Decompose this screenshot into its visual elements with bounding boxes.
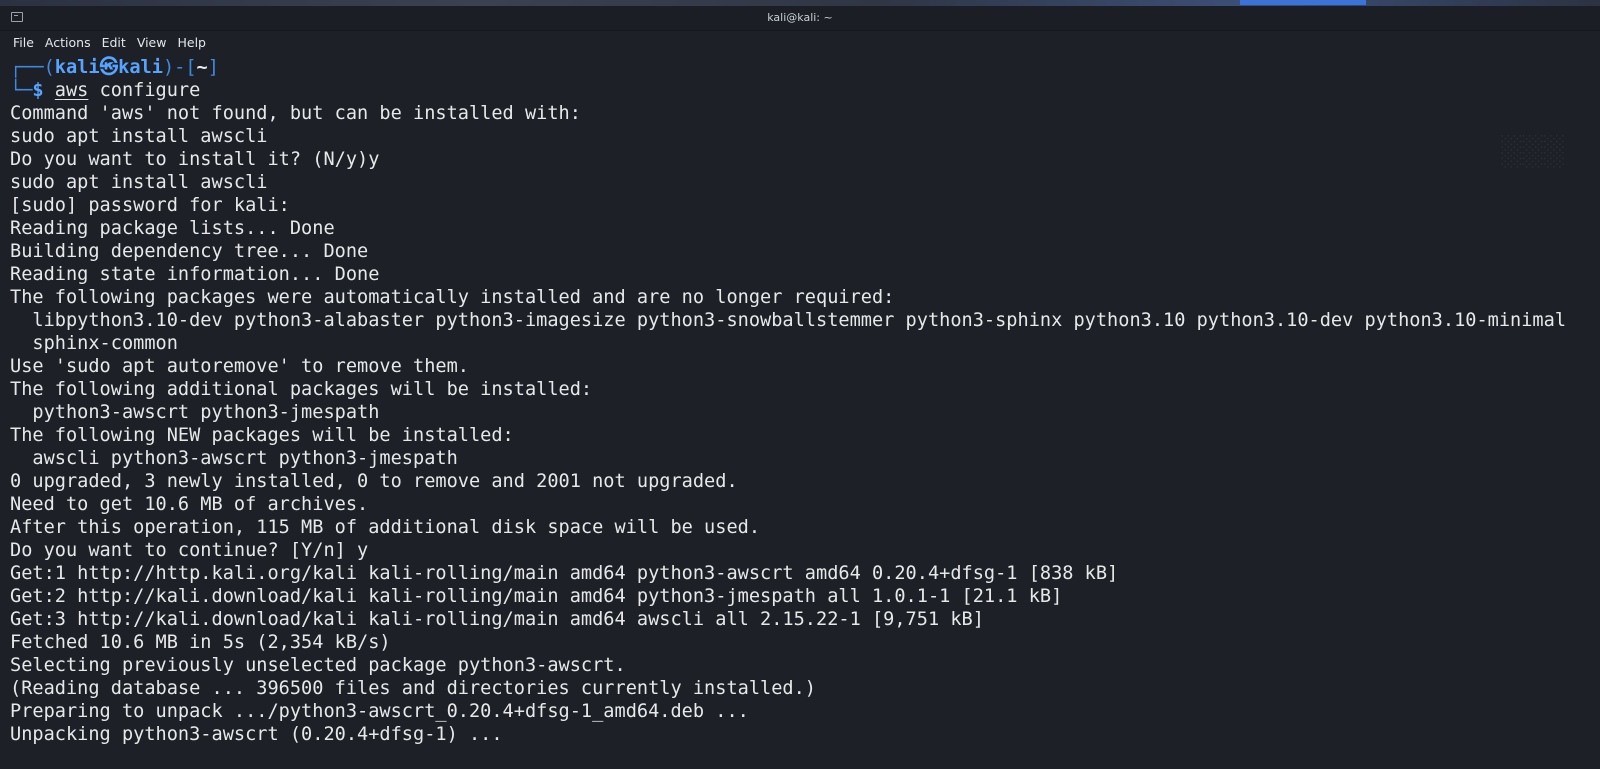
prompt-header: ┌──(kali㉿kali)-[~] (10, 56, 219, 79)
output-line: awscli python3-awscrt python3-jmespath (10, 448, 458, 469)
prompt-corner: └─ (10, 80, 33, 101)
menu-file[interactable]: File (13, 35, 34, 50)
output-line: Selecting previously unselected package … (10, 655, 626, 676)
output-line: Reading package lists... Done (10, 218, 335, 239)
output-line: After this operation, 115 MB of addition… (10, 517, 761, 538)
menubar: File Actions Edit View Help (0, 31, 1600, 53)
output-line: Get:1 http://http.kali.org/kali kali-rol… (10, 563, 1119, 584)
output-line: Do you want to continue? [Y/n] y (10, 540, 369, 561)
output-line: Preparing to unpack .../python3-awscrt_0… (10, 701, 749, 722)
output-line: 0 upgraded, 3 newly installed, 0 to remo… (10, 471, 738, 492)
prompt-at-symbol: ㉿ (99, 57, 119, 78)
output-line: libpython3.10-dev python3-alabaster pyth… (10, 310, 1567, 331)
prompt-open-bracket: ┌──( (10, 57, 55, 78)
window-title: kali@kali: ~ (767, 11, 833, 24)
output-line: Do you want to install it? (N/y)y (10, 149, 380, 170)
output-line: sudo apt install awscli (10, 126, 268, 147)
output-line: Command 'aws' not found, but can be inst… (10, 103, 581, 124)
prompt-host: kali (118, 57, 163, 78)
output-line: Need to get 10.6 MB of archives. (10, 494, 369, 515)
prompt-dollar: $ (32, 80, 44, 101)
window-titlebar[interactable]: kali@kali: ~ (0, 6, 1600, 31)
output-line: sudo apt install awscli (10, 172, 268, 193)
prompt-command-line: └─$ aws configure (10, 79, 200, 102)
menu-edit[interactable]: Edit (102, 35, 126, 50)
output-line: The following additional packages will b… (10, 379, 593, 400)
menu-view[interactable]: View (137, 35, 167, 50)
output-line: The following packages were automaticall… (10, 287, 895, 308)
terminal-output-area[interactable]: ┌──(kali㉿kali)-[~] └─$ aws configure Com… (0, 54, 1600, 769)
output-line: python3-awscrt python3-jmespath (10, 402, 380, 423)
command-output: Command 'aws' not found, but can be inst… (10, 102, 1566, 746)
output-line: Use 'sudo apt autoremove' to remove them… (10, 356, 469, 377)
output-line: Fetched 10.6 MB in 5s (2,354 kB/s) (10, 632, 391, 653)
menu-actions[interactable]: Actions (45, 35, 91, 50)
output-line: (Reading database ... 396500 files and d… (10, 678, 816, 699)
output-line: [sudo] password for kali: (10, 195, 290, 216)
prompt-close-bracket: ] (207, 57, 219, 78)
command-args: configure (88, 80, 201, 101)
output-line: Reading state information... Done (10, 264, 380, 285)
prompt-mid-bracket: )-[ (162, 57, 197, 78)
output-line: Get:3 http://kali.download/kali kali-rol… (10, 609, 984, 630)
prompt-user: kali (54, 57, 100, 78)
taskbar-active-indicator (1240, 0, 1366, 5)
menu-help[interactable]: Help (177, 35, 206, 50)
output-line: Get:2 http://kali.download/kali kali-rol… (10, 586, 1063, 607)
prompt-cwd: ~ (196, 57, 208, 78)
output-line: The following NEW packages will be insta… (10, 425, 514, 446)
command-name: aws (54, 80, 89, 101)
output-line: sphinx-common (10, 333, 178, 354)
output-line: Building dependency tree... Done (10, 241, 369, 262)
output-line: Unpacking python3-awscrt (0.20.4+dfsg-1)… (10, 724, 503, 745)
